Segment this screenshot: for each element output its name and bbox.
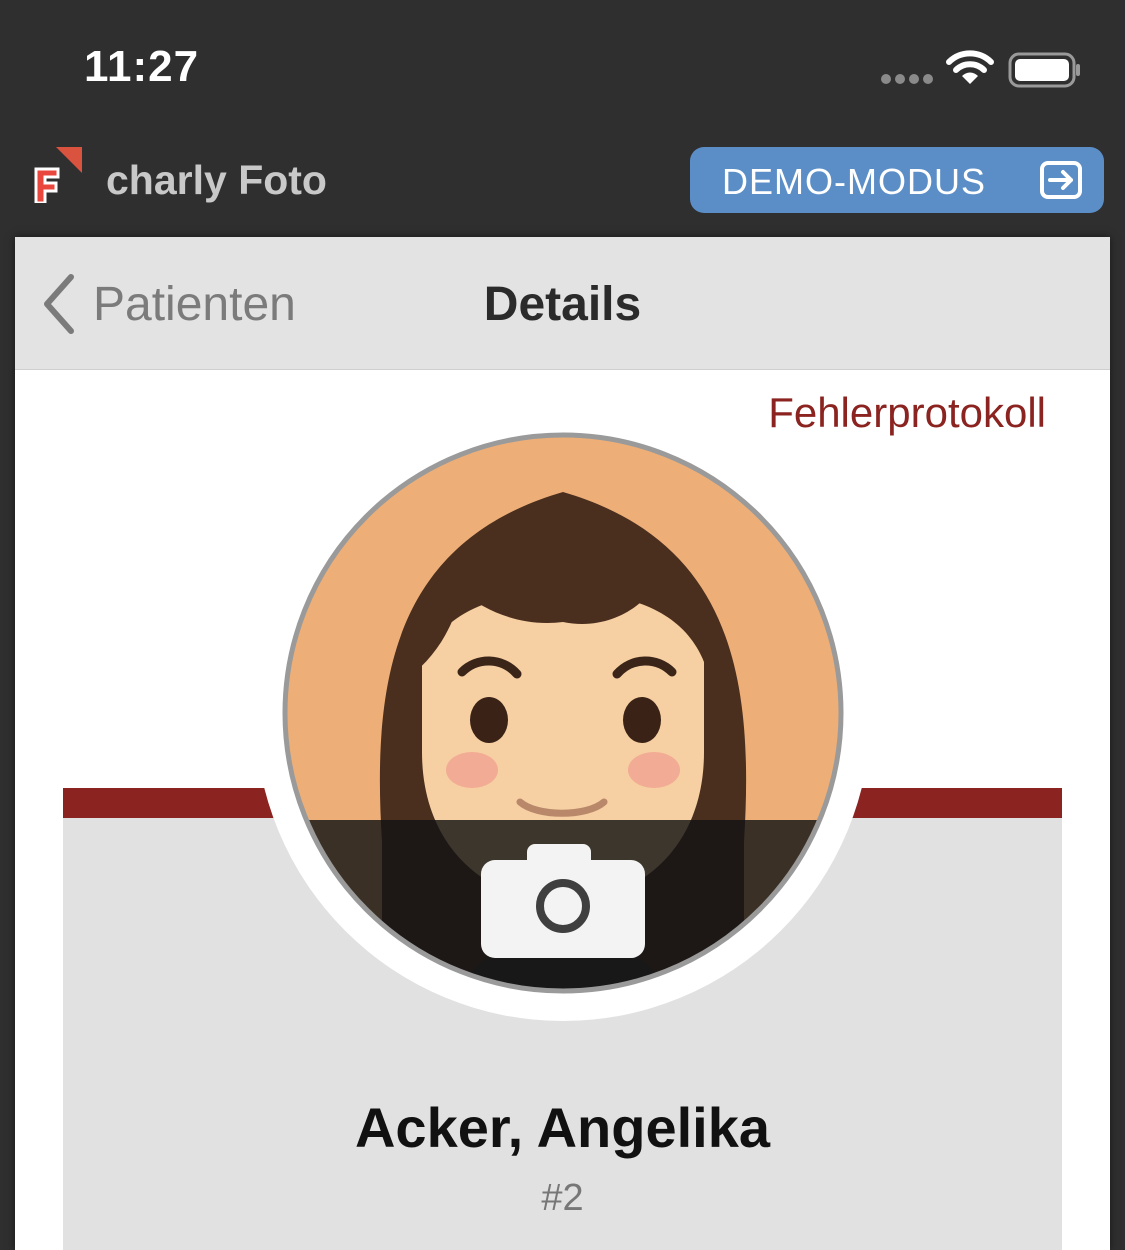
patient-name: Acker, Angelika bbox=[354, 1096, 771, 1159]
navigation-bar: Patienten Details bbox=[15, 237, 1110, 370]
charly-foto-logo bbox=[34, 147, 82, 203]
error-log-link[interactable]: Fehlerprotokoll bbox=[768, 389, 1046, 437]
demo-mode-button[interactable]: DEMO-MODUS bbox=[690, 147, 1104, 213]
wifi-icon bbox=[946, 50, 994, 84]
patient-id: #2 bbox=[541, 1177, 584, 1219]
exit-icon bbox=[1040, 161, 1082, 199]
patient-details-panel: Patienten Details Fehlerprotokoll Acker,… bbox=[15, 237, 1110, 1250]
page-title: Details bbox=[483, 278, 642, 331]
status-time: 11:27 bbox=[84, 42, 200, 91]
camera-icon bbox=[481, 844, 645, 958]
patient-photo-button[interactable] bbox=[282, 432, 844, 994]
demo-mode-label: DEMO-MODUS bbox=[722, 161, 986, 202]
app-title: charly Foto bbox=[106, 157, 327, 203]
battery-icon bbox=[1008, 52, 1080, 88]
cellular-signal-icon bbox=[881, 74, 933, 86]
status-bar: 11:27 bbox=[0, 0, 1125, 135]
app-header: charly Foto DEMO-MODUS bbox=[0, 135, 1125, 221]
